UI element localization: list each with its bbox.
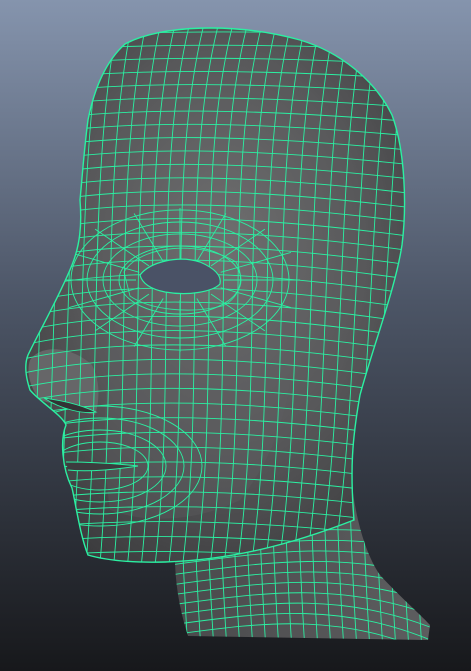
viewport-3d[interactable]: [0, 0, 471, 671]
viewport-scene[interactable]: [0, 0, 471, 671]
